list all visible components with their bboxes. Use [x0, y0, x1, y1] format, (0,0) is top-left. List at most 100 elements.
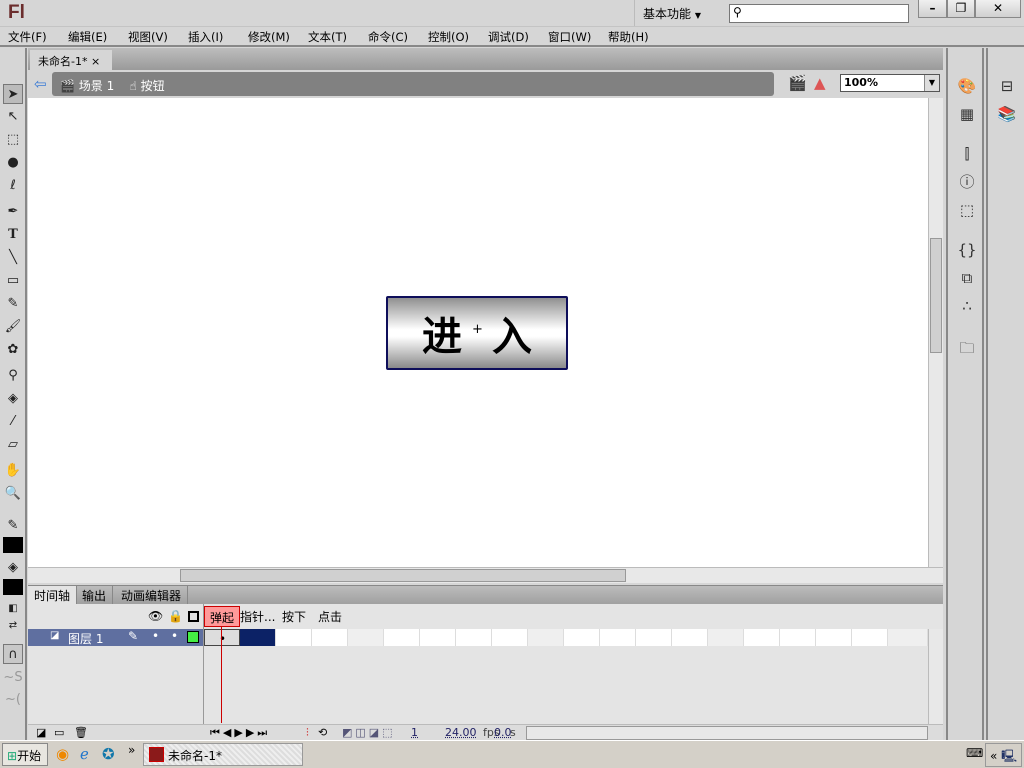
menu-window[interactable]: 窗口(W) [540, 27, 600, 45]
menu-view[interactable]: 视图(V) [120, 27, 180, 45]
playhead[interactable] [221, 626, 222, 723]
tab-motion-editor[interactable]: 动画编辑器 [115, 586, 189, 604]
frame[interactable] [672, 629, 708, 646]
eyedropper-icon[interactable]: ⁄ [3, 412, 23, 432]
frame[interactable] [348, 629, 384, 646]
taskbar-window-flash[interactable]: 未命名-1* [143, 743, 303, 766]
lasso-tool-icon[interactable]: ℓ [3, 176, 23, 196]
frame[interactable] [780, 629, 816, 646]
breadcrumb-scene[interactable]: 场景 1 [79, 79, 114, 93]
line-tool-icon[interactable]: ╲ [3, 248, 23, 268]
swap-colors-icon[interactable]: ⇄ [3, 616, 23, 636]
color-palette-icon[interactable]: 🎨 [957, 76, 977, 96]
zoom-tool-icon[interactable]: 🔍 [3, 484, 23, 504]
layer-row[interactable]: ◪ 图层 1 ✎ • • [28, 629, 203, 646]
actions-icon[interactable]: {} [957, 240, 977, 260]
visibility-dot[interactable]: • [152, 629, 159, 643]
library-icon[interactable]: 📚 [997, 104, 1017, 124]
frame[interactable] [528, 629, 564, 646]
info-icon[interactable]: ⓘ [957, 172, 977, 192]
vertical-scrollbar[interactable] [928, 98, 943, 567]
3d-rotation-tool-icon[interactable]: ● [3, 153, 23, 173]
center-frame-icon[interactable]: ⫶ [306, 726, 309, 740]
tab-output[interactable]: 输出 [76, 586, 114, 604]
deco-tool-icon[interactable]: ✿ [3, 340, 23, 360]
loop-icon[interactable]: ⟲ [318, 726, 327, 739]
layer-color-icon[interactable] [187, 631, 199, 643]
restore-button[interactable]: ❐ [947, 0, 975, 18]
menu-commands[interactable]: 命令(C) [360, 27, 420, 45]
frame[interactable] [888, 629, 928, 646]
smooth-icon[interactable]: ~S [3, 668, 23, 688]
keyboard-icon[interactable]: ⌨ [966, 746, 983, 760]
frame-label-hit[interactable]: 点击 [318, 608, 342, 625]
menu-insert[interactable]: 插入(I) [180, 27, 240, 45]
rectangle-tool-icon[interactable]: ▭ [3, 271, 23, 291]
onion-skin-icons[interactable]: ◩◫◪⬚ [342, 726, 396, 739]
vertical-scroll-thumb[interactable] [930, 238, 942, 353]
snap-to-objects-icon[interactable]: ∩ [3, 644, 23, 664]
properties-icon[interactable]: ⊟ [997, 76, 1017, 96]
bone-tool-icon[interactable]: ⚲ [3, 366, 23, 386]
align-icon[interactable]: ⫿ [957, 144, 977, 164]
menu-edit[interactable]: 编辑(E) [60, 27, 120, 45]
close-tab-icon[interactable]: × [91, 55, 100, 68]
text-tool-icon[interactable]: T [3, 225, 23, 245]
tab-timeline[interactable]: 时间轴 [28, 586, 78, 604]
pen-tool-icon[interactable]: ✒ [3, 202, 23, 222]
ie-icon[interactable]: ℯ [80, 745, 89, 763]
new-layer-icon[interactable]: ◪ [36, 726, 46, 739]
workspace-switcher[interactable]: 基本功能 ▼ [634, 0, 720, 26]
eye-icon[interactable]: 👁 [148, 609, 163, 623]
edit-symbols-icon[interactable]: ▲ [814, 74, 826, 92]
lock-dot[interactable]: • [171, 629, 178, 643]
frame-selected[interactable] [240, 629, 276, 646]
menu-control[interactable]: 控制(O) [420, 27, 480, 45]
frame[interactable] [744, 629, 780, 646]
frame[interactable] [852, 629, 888, 646]
hand-tool-icon[interactable]: ✋ [3, 461, 23, 481]
menu-modify[interactable]: 修改(M) [240, 27, 300, 45]
minimize-button[interactable]: – [918, 0, 947, 18]
start-button[interactable]: ⊞开始 [2, 743, 48, 766]
frame[interactable] [276, 629, 312, 646]
tray-expand[interactable]: « [990, 749, 997, 763]
project-icon[interactable]: 🗀 [957, 338, 977, 358]
straighten-icon[interactable]: ~( [3, 690, 23, 710]
frame[interactable] [564, 629, 600, 646]
menu-debug[interactable]: 调试(D) [480, 27, 540, 45]
subselection-tool-icon[interactable]: ↖ [3, 107, 23, 127]
stroke-color-icon[interactable]: ✎ [3, 516, 23, 536]
pencil-tool-icon[interactable]: ✎ [3, 294, 23, 314]
new-folder-icon[interactable]: ▭ [54, 726, 64, 739]
network-icon[interactable]: 🖳 [1001, 749, 1017, 763]
frame[interactable] [492, 629, 528, 646]
stroke-color-swatch[interactable] [3, 537, 23, 553]
frame[interactable] [312, 629, 348, 646]
swatches-icon[interactable]: ▦ [957, 104, 977, 124]
outline-icon[interactable] [188, 611, 199, 622]
fill-color-swatch[interactable] [3, 579, 23, 595]
frame[interactable] [384, 629, 420, 646]
zoom-select[interactable]: 100% ▼ [840, 74, 940, 92]
menu-file[interactable]: 文件(F) [0, 27, 60, 45]
lock-icon[interactable]: 🔒 [168, 609, 183, 623]
frame[interactable] [600, 629, 636, 646]
horizontal-scrollbar[interactable] [28, 567, 943, 583]
chevron-down-icon[interactable]: ▼ [924, 75, 939, 91]
layer-name[interactable]: 图层 1 [68, 630, 103, 647]
frame[interactable] [636, 629, 672, 646]
frame[interactable] [420, 629, 456, 646]
menu-help[interactable]: 帮助(H) [600, 27, 660, 45]
menu-text[interactable]: 文本(T) [300, 27, 360, 45]
app-icon[interactable]: ✪ [102, 745, 115, 763]
enter-button-symbol[interactable]: 进 + 入 [386, 296, 568, 370]
fill-color-icon[interactable]: ◈ [3, 558, 23, 578]
help-search-input[interactable]: ⚲ [729, 4, 909, 23]
brush-tool-icon[interactable]: 🖌 [3, 317, 23, 337]
timeline-vscroll[interactable] [928, 629, 943, 724]
frame-rate[interactable]: 24.00 [445, 726, 477, 739]
paint-bucket-icon[interactable]: ◈ [3, 389, 23, 409]
back-arrow-icon[interactable]: ⇦ [34, 75, 47, 93]
current-frame[interactable]: 1 [411, 726, 418, 739]
